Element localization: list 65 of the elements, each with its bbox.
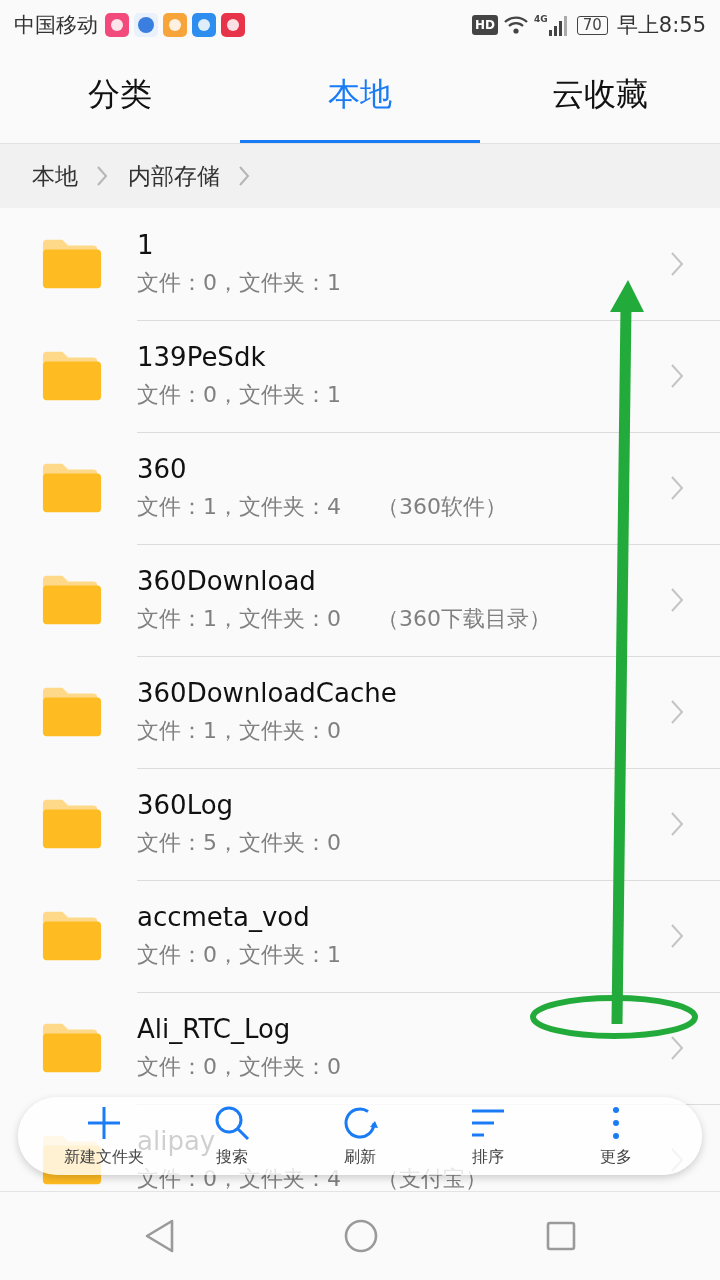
chevron-icon xyxy=(670,475,684,501)
more-icon xyxy=(612,1104,620,1141)
folder-info: 文件：0，文件夹：1 xyxy=(137,940,341,969)
app-icon xyxy=(105,13,129,37)
toolbar-button[interactable]: 搜索 xyxy=(214,1104,250,1168)
folder-info: 文件：0，文件夹：4 xyxy=(137,1165,341,1191)
folder-name: 360Log xyxy=(137,789,234,820)
chevron-icon xyxy=(238,165,250,187)
folder-info: 文件：0，文件夹：1 xyxy=(137,380,341,409)
chevron-icon xyxy=(670,363,684,389)
hd-badge: HD xyxy=(472,15,499,35)
breadcrumb-item[interactable]: 本地 xyxy=(32,160,78,192)
recent-apps-icon xyxy=(546,1221,576,1251)
clock-time: 早上8:55 xyxy=(616,12,706,39)
refresh-icon xyxy=(342,1104,378,1141)
app-icon xyxy=(192,13,216,37)
folder-name: 360DownloadCache xyxy=(137,677,397,708)
folder-icon xyxy=(41,237,103,291)
home-icon xyxy=(344,1219,378,1253)
plus-icon xyxy=(86,1104,122,1141)
battery-icon: 70 xyxy=(576,15,608,35)
app-icon xyxy=(163,13,187,37)
folder-info: 文件：5，文件夹：0 xyxy=(137,828,341,857)
folder-icon xyxy=(41,349,103,403)
folder-name: 360Download xyxy=(137,565,316,596)
chevron-icon xyxy=(670,811,684,837)
folder-icon xyxy=(41,797,103,851)
folder-name: 139PeSdk xyxy=(137,341,266,372)
folder-icon xyxy=(41,685,103,739)
chevron-icon xyxy=(670,587,684,613)
folder-name: 360 xyxy=(137,453,187,484)
signal-icon xyxy=(547,14,568,36)
folder-info: 文件：1，文件夹：0 xyxy=(137,604,341,633)
chevron-icon xyxy=(96,165,108,187)
folder-icon xyxy=(41,461,103,515)
app-icon xyxy=(221,13,245,37)
toolbar-button[interactable]: 排序 xyxy=(470,1104,506,1168)
chevron-icon xyxy=(670,251,684,277)
wifi-icon xyxy=(503,15,530,35)
folder-info: 文件：1，文件夹：4 xyxy=(137,492,341,521)
chevron-icon xyxy=(670,1035,684,1061)
folder-icon xyxy=(41,573,103,627)
search-icon xyxy=(214,1104,250,1141)
folder-info: 文件：0，文件夹：0 xyxy=(137,1052,341,1081)
toolbar-button[interactable]: 更多 xyxy=(600,1104,632,1168)
folder-icon xyxy=(41,909,103,963)
carrier-name: 中国移动 xyxy=(14,12,98,39)
tab[interactable]: 云收藏 xyxy=(480,50,720,143)
chevron-icon xyxy=(670,699,684,725)
tab[interactable]: 分类 xyxy=(0,50,240,143)
folder-icon xyxy=(41,1021,103,1075)
folder-name: 1 xyxy=(137,229,154,260)
back-icon xyxy=(144,1219,176,1253)
network-type: 4G xyxy=(534,14,548,24)
folder-info: 文件：0，文件夹：1 xyxy=(137,268,341,297)
app-icon xyxy=(134,13,158,37)
folder-name: accmeta_vod xyxy=(137,901,310,932)
folder-name: Ali_RTC_Log xyxy=(137,1013,291,1044)
folder-note: （360下载目录） xyxy=(377,604,551,633)
breadcrumb-item[interactable]: 内部存储 xyxy=(128,160,220,192)
folder-note: （支付宝） xyxy=(377,1165,487,1191)
folder-note: （360软件） xyxy=(377,492,507,521)
toolbar-button[interactable]: 刷新 xyxy=(342,1104,378,1168)
chevron-icon xyxy=(670,923,684,949)
folder-info: 文件：1，文件夹：0 xyxy=(137,716,341,745)
